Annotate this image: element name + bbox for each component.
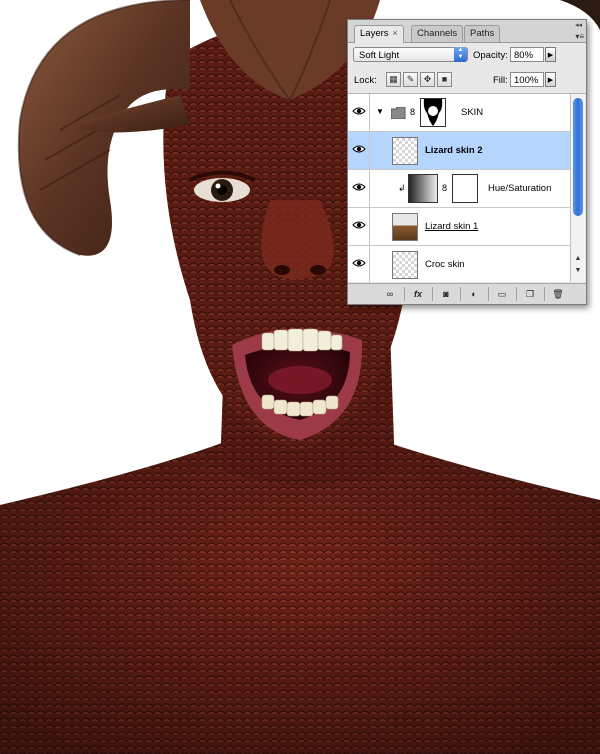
scrollbar-thumb[interactable] [573,98,583,216]
trash-icon[interactable]: 🗑 [550,287,566,301]
layer-name-lizard-skin-1: Lizard skin 1 [425,221,479,232]
visibility-eye-icon[interactable] [348,94,370,131]
lock-row: Lock: ▦ ✎ ✥ ■ Fill: 100% ▶ [348,69,586,94]
lock-position-icon[interactable]: ✥ [420,72,435,87]
fx-icon[interactable]: fx [410,287,426,301]
layer-row-lizard-skin-2[interactable]: Lizard skin 2 [348,132,570,170]
select-arrows-icon: ▲ ▼ [454,47,467,62]
fill-label: Fill: [493,75,508,86]
blend-mode-value: Soft Light [359,50,400,61]
tab-paths-label: Paths [470,28,495,39]
close-icon[interactable]: × [393,26,398,41]
group-mask-thumbnail[interactable] [420,98,446,127]
visibility-eye-icon[interactable] [348,208,370,245]
layer-row-hue-saturation[interactable]: ↲ 8 Hue/Saturation [348,170,570,208]
tab-layers[interactable]: Layers × [354,25,404,43]
scroll-up-icon[interactable]: ▲ [573,254,583,263]
footer-divider [404,287,405,301]
layers-panel: Layers × Channels Paths ◂◂ ▾≡ Soft Light … [347,19,587,305]
fill-field[interactable]: 100% [510,72,544,87]
layers-scrollbar[interactable]: ▲ ▼ [570,94,585,282]
panel-menu-icon[interactable]: ▾≡ [575,32,584,41]
tab-channels[interactable]: Channels [411,25,464,42]
lock-label: Lock: [354,75,377,86]
visibility-eye-icon[interactable] [348,132,370,169]
footer-divider [544,287,545,301]
layer-thumbnail[interactable] [392,213,418,241]
layer-thumbnail[interactable] [392,251,418,279]
visibility-eye-icon[interactable] [348,170,370,207]
scroll-down-icon[interactable]: ▼ [573,266,583,275]
opacity-slider-button[interactable]: ▶ [545,47,556,62]
tab-channels-label: Channels [417,28,458,39]
footer-divider [516,287,517,301]
mask-link-icon[interactable]: 8 [442,183,447,193]
panel-tab-bar: Layers × Channels Paths ◂◂ ▾≡ [348,20,586,43]
tab-paths[interactable]: Paths [464,25,501,42]
clipping-arrow-icon: ↲ [398,183,406,193]
adjustment-mask-thumbnail[interactable] [452,174,478,203]
opacity-label: Opacity: [473,50,508,61]
layer-row-croc-skin[interactable]: Croc skin [348,246,570,282]
footer-divider [488,287,489,301]
adjustment-thumbnail[interactable] [408,174,438,203]
collapse-panel-icon[interactable]: ◂◂ [575,22,582,29]
folder-icon[interactable]: ▭ [494,287,510,301]
blend-mode-select[interactable]: Soft Light ▲ ▼ [353,47,468,62]
new-layer-icon[interactable]: ❐ [522,287,538,301]
panel-footer: ∞ fx ◙ ◐ ▭ ❐ 🗑 [348,283,586,304]
lock-all-icon[interactable]: ■ [437,72,452,87]
adjustment-icon[interactable]: ◐ [466,287,482,301]
photo-canvas: Layers × Channels Paths ◂◂ ▾≡ Soft Light … [0,0,600,754]
tab-layers-label: Layers [360,28,389,39]
layer-row-skin[interactable]: ▼ 8 SKIN [348,94,570,132]
lock-transparent-icon[interactable]: ▦ [386,72,401,87]
blend-row: Soft Light ▲ ▼ Opacity: 80% ▶ [348,43,586,69]
mask-link-icon[interactable]: 8 [410,107,415,117]
layer-name-croc-skin: Croc skin [425,259,465,270]
footer-divider [432,287,433,301]
opacity-field[interactable]: 80% [510,47,544,62]
layers-list: ▼ 8 SKIN Lizard skin 2 ↲ 8 Hue/Saturatio… [348,94,570,282]
mask-icon[interactable]: ◙ [438,287,454,301]
layer-row-lizard-skin-1[interactable]: Lizard skin 1 [348,208,570,246]
layer-thumbnail[interactable] [392,137,418,165]
folder-icon [391,107,406,119]
footer-divider [460,287,461,301]
layer-name-skin: SKIN [461,107,484,118]
link-icon[interactable]: ∞ [382,287,398,301]
fill-slider-button[interactable]: ▶ [545,72,556,87]
lock-image-icon[interactable]: ✎ [403,72,418,87]
layer-name-lizard-skin-2: Lizard skin 2 [425,145,483,156]
expand-triangle-icon[interactable]: ▼ [376,107,384,116]
visibility-eye-icon[interactable] [348,246,370,282]
layer-name-hue-saturation: Hue/Saturation [488,183,552,194]
